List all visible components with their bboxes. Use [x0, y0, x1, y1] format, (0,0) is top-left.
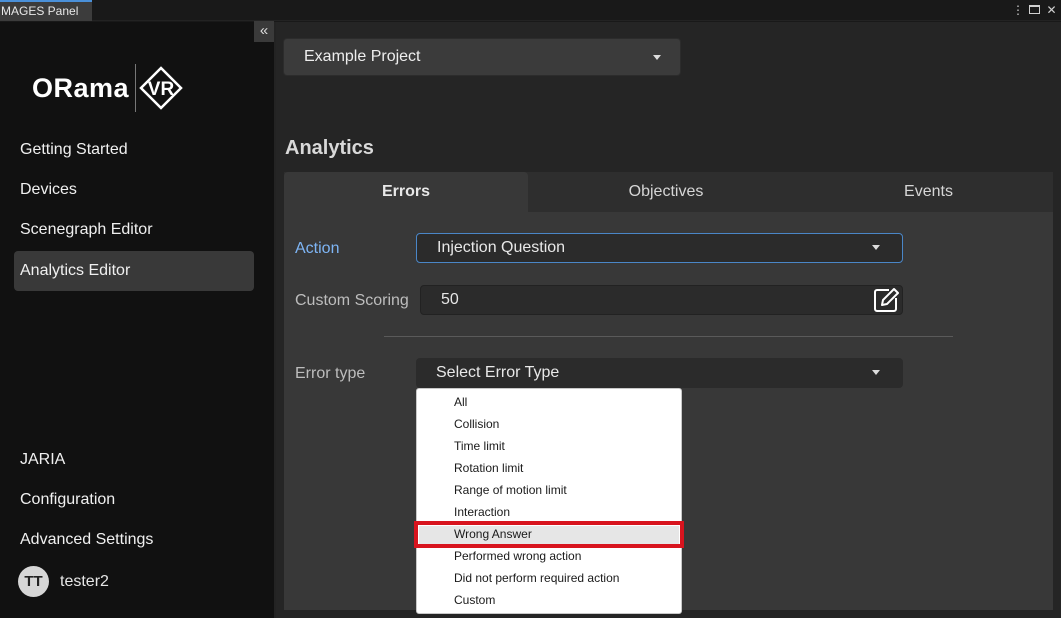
- orama-vr-logo: ORama VR: [32, 64, 183, 112]
- tab-errors[interactable]: Errors: [284, 172, 528, 212]
- logo-separator: [135, 64, 137, 112]
- tab-events[interactable]: Events: [804, 172, 1053, 212]
- window-tab[interactable]: MAGES Panel: [0, 0, 92, 21]
- error-type-select-value: Select Error Type: [436, 364, 560, 381]
- chevron-down-icon: [872, 245, 880, 250]
- logo-text: ORama: [32, 72, 130, 103]
- highlight-box: [414, 521, 684, 548]
- dropdown-option-all[interactable]: All: [454, 391, 467, 413]
- project-select[interactable]: Example Project: [283, 38, 681, 76]
- maximize-icon[interactable]: [1029, 2, 1040, 19]
- chevron-down-icon: [653, 55, 661, 60]
- double-chevron-left-icon[interactable]: «: [254, 21, 274, 42]
- tab-objectives[interactable]: Objectives: [528, 172, 804, 212]
- error-type-label: Error type: [295, 365, 366, 382]
- dropdown-option-interaction[interactable]: Interaction: [454, 501, 510, 523]
- sidebar-item-configuration[interactable]: Configuration: [14, 480, 254, 520]
- dropdown-option-collision[interactable]: Collision: [454, 413, 499, 435]
- dropdown-option-performed-wrong-action[interactable]: Performed wrong action: [454, 545, 581, 567]
- user-profile[interactable]: TT tester2: [18, 566, 109, 597]
- close-icon[interactable]: ✕: [1046, 2, 1057, 19]
- sidebar-item-scenegraph-editor[interactable]: Scenegraph Editor: [14, 210, 254, 250]
- custom-scoring-value: 50: [441, 291, 459, 308]
- action-label: Action: [295, 240, 340, 257]
- dropdown-option-rotation-limit[interactable]: Rotation limit: [454, 457, 523, 479]
- avatar: TT: [18, 566, 49, 597]
- logo-badge: VR: [148, 79, 175, 100]
- chevron-down-icon: [872, 370, 880, 375]
- section-divider: [384, 336, 953, 337]
- custom-scoring-input[interactable]: 50: [420, 285, 903, 315]
- project-select-value: Example Project: [304, 48, 421, 65]
- kebab-menu-icon[interactable]: ⋮: [1012, 2, 1024, 19]
- custom-scoring-label: Custom Scoring: [295, 292, 409, 309]
- sidebar-item-analytics-editor[interactable]: Analytics Editor: [14, 251, 254, 291]
- error-type-select[interactable]: Select Error Type: [416, 358, 903, 388]
- window-titlebar: MAGES Panel ⋮ ✕: [0, 0, 1061, 21]
- sidebar-item-getting-started[interactable]: Getting Started: [14, 130, 254, 170]
- username: tester2: [60, 572, 109, 590]
- edit-pencil-icon[interactable]: [873, 287, 899, 313]
- action-select-value: Injection Question: [437, 239, 566, 256]
- sidebar-item-devices[interactable]: Devices: [14, 170, 254, 210]
- dropdown-option-custom[interactable]: Custom: [454, 589, 495, 611]
- sidebar: ORama VR Getting Started Devices Scenegr…: [0, 22, 274, 618]
- sidebar-item-jaria[interactable]: JARIA: [14, 440, 254, 480]
- analytics-tabs: Errors Objectives Events: [284, 172, 1053, 212]
- dropdown-option-time-limit[interactable]: Time limit: [454, 435, 505, 457]
- page-title: Analytics: [285, 137, 374, 159]
- sidebar-item-advanced-settings[interactable]: Advanced Settings: [14, 520, 254, 560]
- action-select[interactable]: Injection Question: [416, 233, 903, 263]
- vr-diamond-icon: VR: [139, 66, 183, 110]
- dropdown-option-range-of-motion-limit[interactable]: Range of motion limit: [454, 479, 567, 501]
- dropdown-option-did-not-perform-required-action[interactable]: Did not perform required action: [454, 567, 619, 589]
- window-controls: ⋮ ✕: [1012, 2, 1057, 19]
